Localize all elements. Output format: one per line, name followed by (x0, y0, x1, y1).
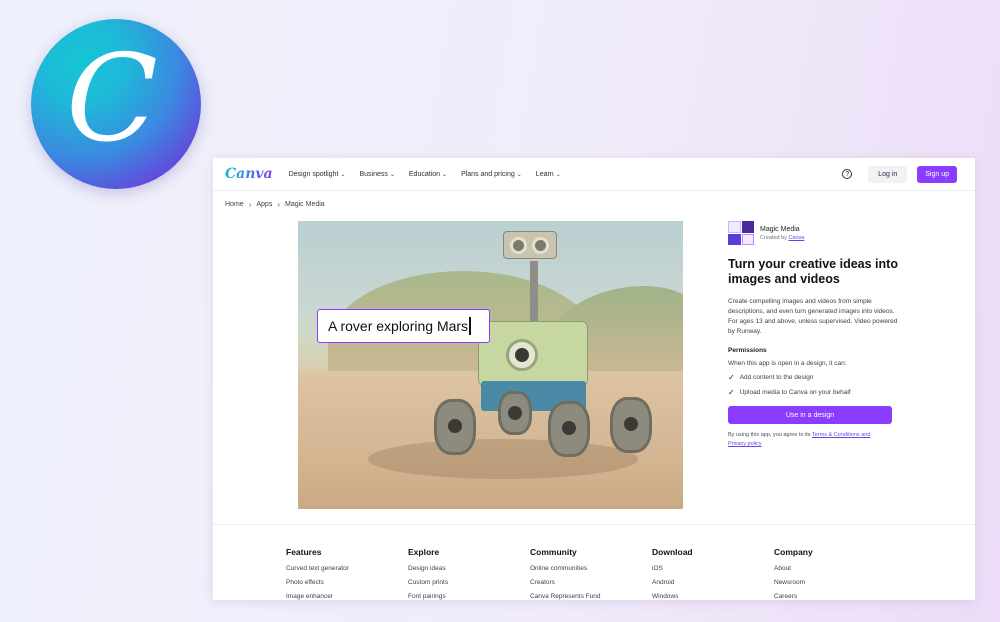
footer-column-features: Features Curved text generator Photo eff… (286, 547, 396, 600)
chevron-right-icon: › (248, 200, 252, 209)
rover-wheel (434, 399, 476, 455)
text-caret (469, 317, 471, 335)
footer-column-download: Download iOS Android Windows (652, 547, 762, 600)
app-description: Create compelling images and videos from… (728, 298, 898, 335)
chevron-down-icon: ⌄ (555, 171, 561, 178)
chevron-right-icon: › (277, 200, 280, 209)
nav-actions: ? Log in Sign up (842, 165, 957, 183)
privacy-link[interactable]: Privacy policy (728, 441, 762, 447)
footer: Features Curved text generator Photo eff… (213, 524, 975, 600)
footer-link[interactable]: About (774, 565, 884, 572)
app-details-panel: Magic Media Created by Canva Turn your c… (728, 221, 898, 449)
footer-column-community: Community Online communities Creators Ca… (530, 547, 640, 600)
breadcrumb-current: Magic Media (285, 201, 325, 208)
check-icon: ✓ (728, 388, 735, 397)
footer-link[interactable]: Curved text generator (286, 565, 396, 572)
footer-link[interactable]: Font pairings (408, 593, 518, 600)
canva-logo-letter: C (66, 30, 158, 169)
rover-wheel (498, 391, 532, 435)
footer-heading: Features (286, 547, 322, 557)
check-icon: ✓ (728, 373, 735, 382)
page-title: Turn your creative ideas into images and… (728, 257, 898, 286)
rover-wheel (548, 401, 590, 457)
footer-link[interactable]: Photo effects (286, 579, 396, 586)
footer-link[interactable]: Image enhancer (286, 593, 396, 600)
breadcrumb-home[interactable]: Home (225, 201, 244, 208)
footer-heading: Download (652, 547, 693, 557)
login-button[interactable]: Log in (868, 165, 908, 183)
footer-heading: Community (530, 547, 577, 557)
browser-window: Canva Design spotlight ⌄ Business ⌄ Educat… (213, 158, 975, 600)
nav-label: Education (408, 170, 441, 178)
prompt-text: A rover exploring Mars (328, 318, 469, 334)
permissions-intro: When this app is open in a design, it ca… (728, 360, 847, 367)
nav-plans-pricing[interactable]: Plans and pricing ⌄ (461, 171, 522, 178)
footer-link[interactable]: Windows (652, 593, 762, 600)
breadcrumb-apps[interactable]: Apps (256, 201, 272, 208)
nav-education[interactable]: Education ⌄ (409, 171, 447, 178)
rover-shadow (368, 439, 638, 479)
use-in-design-button[interactable]: Use in a design (728, 406, 892, 424)
permissions-title: Permissions (728, 347, 767, 354)
terms-prefix: By using this app, you agree to its (728, 432, 811, 438)
breadcrumb: Home › Apps › Magic Media (225, 200, 325, 209)
rover-wheel (610, 397, 652, 453)
chevron-down-icon: ⌄ (340, 171, 346, 178)
brand-logo[interactable]: Canva (225, 166, 273, 182)
permission-label: Add content to the design (739, 374, 814, 381)
footer-link[interactable]: Newsroom (774, 579, 884, 586)
canva-logo: C (31, 19, 201, 189)
footer-heading: Explore (408, 547, 440, 557)
footer-link[interactable]: Android (652, 579, 762, 586)
hero-image: A rover exploring Mars (298, 221, 683, 509)
chevron-down-icon: ⌄ (442, 171, 448, 178)
footer-heading: Company (774, 547, 813, 557)
footer-column-company: Company About Newsroom Careers (774, 547, 884, 600)
nav-label: Design spotlight (288, 170, 339, 178)
chevron-down-icon: ⌄ (516, 171, 522, 178)
magic-media-app-icon (728, 221, 754, 245)
chevron-down-icon: ⌄ (389, 171, 395, 178)
permission-item: ✓ Upload media to Canva on your behalf (728, 388, 898, 397)
top-nav: Canva Design spotlight ⌄ Business ⌄ Educat… (213, 158, 975, 191)
prompt-input[interactable]: A rover exploring Mars (317, 309, 490, 343)
footer-link[interactable]: Creators (530, 579, 640, 586)
rover-eye (510, 237, 527, 254)
rover-lens (506, 339, 538, 371)
signup-button[interactable]: Sign up (917, 165, 957, 183)
nav-label: Business (359, 170, 388, 178)
permission-label: Upload media to Canva on your behalf (739, 389, 851, 396)
nav-design-spotlight[interactable]: Design spotlight ⌄ (289, 171, 346, 178)
permission-item: ✓ Add content to the design (728, 373, 898, 382)
footer-link[interactable]: iOS (652, 565, 762, 572)
rover-head (503, 231, 557, 259)
nav-learn[interactable]: Learn ⌄ (536, 171, 561, 178)
nav-label: Learn (535, 170, 554, 178)
footer-link[interactable]: Custom prints (408, 579, 518, 586)
help-icon[interactable]: ? (842, 169, 853, 179)
footer-column-explore: Explore Design ideas Custom prints Font … (408, 547, 518, 600)
app-header: Magic Media Created by Canva (728, 221, 898, 245)
footer-link[interactable]: Canva Represents Fund (530, 593, 640, 600)
footer-link[interactable]: Careers (774, 593, 884, 600)
creator-prefix: Created by (760, 234, 787, 241)
terms-notice: By using this app, you agree to its Term… (728, 431, 898, 449)
app-creator: Created by Canva (760, 235, 804, 241)
creator-link[interactable]: Canva (788, 235, 804, 241)
nav-label: Plans and pricing (461, 170, 515, 178)
app-name: Magic Media (760, 225, 800, 233)
footer-link[interactable]: Online communities (530, 565, 640, 572)
nav-business[interactable]: Business ⌄ (359, 171, 394, 178)
footer-link[interactable]: Design ideas (408, 565, 518, 572)
terms-link[interactable]: Terms & Conditions and (812, 432, 870, 438)
rover-eye (532, 237, 549, 254)
